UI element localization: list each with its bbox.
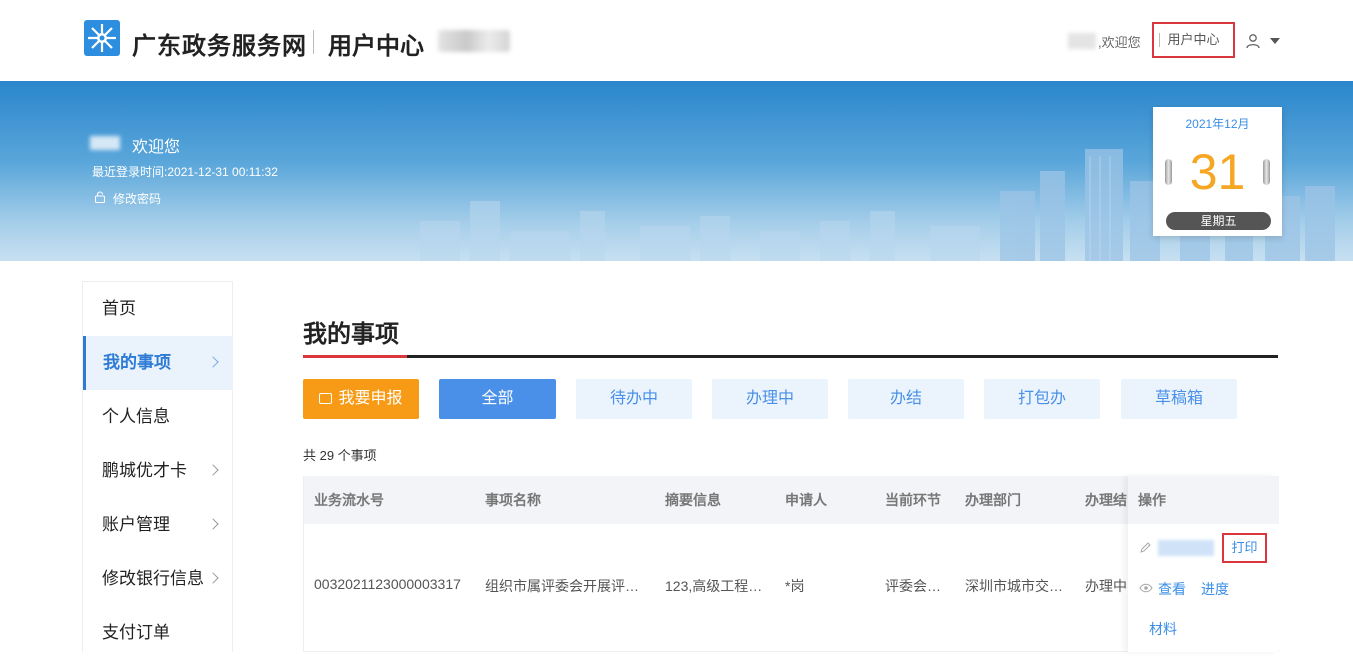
sidebar-item-label: 鹏城优才卡 [102,461,187,480]
material-link[interactable]: 材料 [1149,619,1177,639]
header-divider [313,30,314,54]
th-operations-label: 操作 [1138,492,1166,508]
sidebar-item-label: 修改银行信息 [102,569,204,588]
matters-table: 业务流水号 事项名称 摘要信息 申请人 当前环节 办理部门 办理结 003202… [303,476,1279,652]
user-banner: 欢迎您 最近登录时间:2021-12-31 00:11:32 修改密码 2021… [0,81,1353,261]
cell-name: 组织市属评委会开展评… [485,578,639,594]
th-status: 办理结 [1085,492,1127,508]
site-name[interactable]: 广东政务服务网 [132,26,307,61]
calendar-ring-right [1263,159,1270,185]
cell-department: 深圳市城市交… [965,578,1063,594]
sidebar-item-label: 账户管理 [102,515,170,534]
blurred-username [438,30,510,52]
sidebar-item-my-matters[interactable]: 我的事项 [83,336,233,390]
sidebar-item-label: 支付订单 [102,623,170,642]
operations-column: 操作 打印 查看 进度 材料 [1128,476,1278,652]
cell-applicant: *岗 [785,578,805,594]
blurred-user-tag [1068,33,1096,49]
cell-summary: 123,高级工程… [665,578,763,594]
calendar-month: 2021年12月 [1185,117,1250,131]
th-stage: 当前环节 [885,492,941,508]
last-login-label: 最近登录时间: [92,165,168,179]
user-center-title: 用户中心 [328,33,424,60]
welcome-text: ,欢迎您 [1098,35,1141,50]
filter-tab-pending[interactable]: 待办中 [576,379,692,419]
apply-button-label: 我要申报 [338,390,403,407]
sidebar-item-account[interactable]: 账户管理 [83,498,233,552]
page-title: 我的事项 [303,321,399,348]
chevron-right-icon [207,518,219,530]
view-link[interactable]: 查看 [1158,579,1186,599]
user-center-link[interactable]: 用户中心 [1152,22,1235,58]
chevron-right-icon [207,356,219,368]
gd-gov-logo-icon[interactable] [82,18,122,58]
apply-button[interactable]: 我要申报 [303,379,419,419]
sidebar-item-home[interactable]: 首页 [83,282,233,336]
sidebar-item-label: 首页 [102,299,136,318]
top-divider [1159,33,1160,47]
cell-serial: 0032021123000003317 [314,576,461,592]
th-summary: 摘要信息 [665,492,721,508]
lock-icon [94,191,106,203]
print-link[interactable]: 打印 [1222,533,1267,563]
th-name: 事项名称 [485,492,541,508]
top-header: 广东政务服务网 用户中心 ,欢迎您 用户中心 [0,0,1353,81]
sidebar: 首页 我的事项 个人信息 鹏城优才卡 账户管理 修改银行信息 支付订单 [82,281,233,652]
banner-welcome: 欢迎您 [132,139,181,156]
chevron-right-icon [207,572,219,584]
chevron-right-icon [207,464,219,476]
calendar-weekday: 星期五 [1166,212,1271,230]
user-icon[interactable] [1245,33,1261,49]
sidebar-item-personal-info[interactable]: 个人信息 [83,390,233,444]
th-operations: 操作 [1128,476,1278,524]
th-serial: 业务流水号 [314,492,384,508]
th-applicant: 申请人 [785,492,827,508]
sidebar-item-label: 个人信息 [102,407,170,426]
pen-icon [1140,542,1151,553]
caret-down-icon[interactable] [1270,38,1280,44]
blurred-username-banner [90,136,120,150]
blurred-operation-link[interactable] [1158,540,1214,556]
filter-tab-drafts[interactable]: 草稿箱 [1121,379,1237,419]
matters-count: 共 29 个事项 [303,448,377,463]
filter-tab-all[interactable]: 全部 [439,379,556,419]
th-department: 办理部门 [965,492,1021,508]
cell-status: 办理中 [1085,578,1127,594]
title-underline [303,355,1278,358]
filter-tab-processing[interactable]: 办理中 [712,379,828,419]
sidebar-item-talent-card[interactable]: 鹏城优才卡 [83,444,233,498]
cell-stage: 评委会… [885,578,941,594]
eye-icon [1139,583,1153,593]
change-password-link[interactable]: 修改密码 [113,190,161,207]
filter-tab-completed[interactable]: 办结 [848,379,964,419]
filter-tab-package[interactable]: 打包办 [984,379,1100,419]
briefcase-icon [319,393,333,404]
progress-link[interactable]: 进度 [1201,579,1229,599]
last-login-time: 2021-12-31 00:11:32 [167,165,278,179]
calendar-widget: 2021年12月 31 星期五 [1153,107,1282,236]
title-accent-line [303,355,407,358]
last-login: 最近登录时间:2021-12-31 00:11:32 [92,163,278,180]
sidebar-item-bank-info[interactable]: 修改银行信息 [83,552,233,606]
sidebar-item-label: 我的事项 [103,353,171,372]
